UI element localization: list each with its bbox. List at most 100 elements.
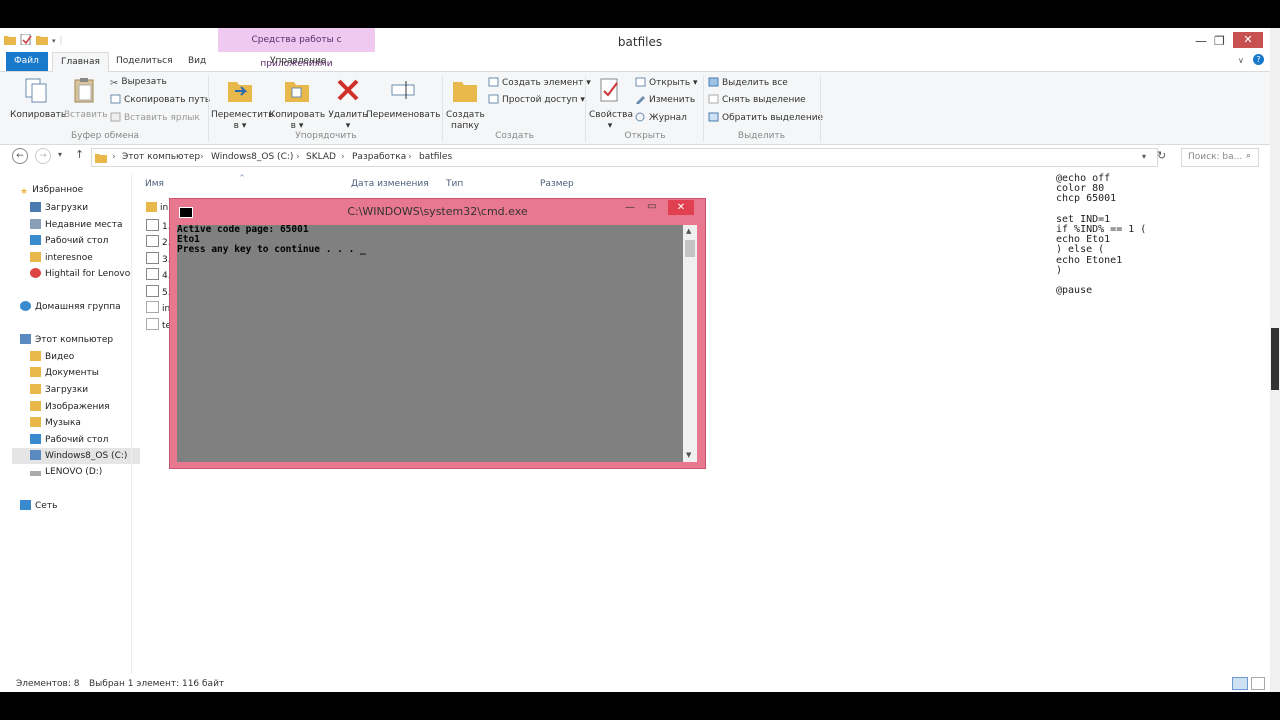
easy-access-button[interactable]: Простой доступ ▾ — [488, 94, 585, 105]
cmd-console[interactable]: Active code page: 65001 Eto1 Press any k… — [177, 225, 683, 462]
paste-shortcut-button[interactable]: Вставить ярлык — [110, 112, 200, 123]
nav-fav-recent[interactable]: Недавние места — [30, 219, 123, 230]
list-item[interactable]: 3. — [146, 252, 171, 265]
refresh-icon[interactable]: ↻ — [1157, 149, 1166, 162]
cut-button[interactable]: ✂ Вырезать — [110, 77, 167, 89]
nav-pc-downloads[interactable]: Загрузки — [30, 384, 88, 395]
paste-button[interactable]: Вставить — [64, 77, 108, 121]
shortcut-icon — [110, 112, 121, 122]
bat-file-icon — [146, 252, 159, 264]
move-folder-icon — [228, 82, 252, 102]
ribbon-separator — [820, 76, 821, 142]
tab-share[interactable]: Поделиться — [108, 52, 181, 71]
scroll-down-icon[interactable]: ▼ — [686, 451, 691, 459]
minimize-icon[interactable]: — — [625, 202, 635, 213]
help-icon[interactable]: ? — [1253, 54, 1264, 65]
crumb-batfiles[interactable]: batfiles — [419, 152, 452, 162]
outer-scrollbar[interactable] — [1270, 28, 1280, 692]
chevron-down-icon[interactable]: ▾ — [1142, 152, 1146, 161]
crumb-razrabotka[interactable]: Разработка — [352, 152, 406, 162]
details-view-icon[interactable] — [1232, 677, 1248, 690]
scroll-thumb[interactable] — [685, 240, 695, 257]
up-arrow-icon[interactable]: ↑ — [75, 148, 84, 161]
list-item[interactable]: te — [146, 318, 171, 331]
tab-view[interactable]: Вид — [180, 52, 214, 71]
list-item[interactable]: 4. — [146, 268, 171, 281]
star-icon: ★ — [20, 187, 29, 197]
close-icon[interactable]: ✕ — [1233, 32, 1263, 48]
delete-button[interactable]: Удалить ▾ — [328, 77, 368, 132]
bat-file-icon — [146, 219, 159, 231]
nav-fav-downloads[interactable]: Загрузки — [30, 202, 88, 213]
nav-pc-pictures[interactable]: Изображения — [30, 401, 110, 412]
tab-file[interactable]: Файл — [6, 52, 48, 71]
open-button[interactable]: Открыть ▾ — [635, 77, 698, 88]
copy-to-button[interactable]: Копировать в ▾ — [269, 77, 325, 132]
nav-pc-desktop[interactable]: Рабочий стол — [30, 434, 108, 445]
maximize-icon[interactable]: ▭ — [647, 201, 656, 212]
large-icons-view-icon[interactable] — [1251, 677, 1265, 690]
new-item-button[interactable]: Создать элемент ▾ — [488, 77, 591, 88]
close-icon[interactable]: ✕ — [668, 200, 694, 215]
copy-path-button[interactable]: Скопировать путь — [110, 94, 210, 105]
hightail-icon — [30, 268, 41, 278]
cmd-scrollbar[interactable]: ▲ ▼ — [683, 225, 697, 462]
forward-button[interactable]: → — [35, 148, 51, 164]
invert-selection-button[interactable]: Обратить выделение — [708, 112, 823, 123]
history-button[interactable]: Журнал — [635, 112, 687, 123]
pane-divider[interactable] — [131, 174, 132, 674]
edit-button[interactable]: Изменить — [635, 94, 695, 105]
search-input[interactable]: Поиск: ba... ⌕ — [1181, 148, 1259, 167]
minimize-icon[interactable]: — — [1195, 34, 1207, 48]
crumb-this-pc[interactable]: Этот компьютер — [122, 152, 200, 162]
video-folder-icon — [30, 351, 41, 361]
nav-pc-music[interactable]: Музыка — [30, 417, 81, 428]
copy-button[interactable]: Копировать — [10, 77, 66, 121]
move-to-button[interactable]: Переместить в ▾ — [211, 77, 273, 132]
nav-homegroup[interactable]: Домашняя группа — [20, 301, 121, 312]
list-item[interactable]: 5. — [146, 285, 171, 298]
tab-manage[interactable]: Управление — [262, 52, 334, 71]
nav-favorites[interactable]: ★ Избранное — [20, 185, 83, 197]
column-header-name[interactable]: Имя — [145, 179, 164, 189]
rename-button[interactable]: Переименовать — [366, 77, 441, 121]
copy-folder-icon — [285, 82, 309, 102]
list-item[interactable]: in — [146, 202, 168, 213]
select-all-button[interactable]: Выделить все — [708, 77, 788, 88]
column-header-type[interactable]: Тип — [446, 179, 463, 189]
nav-fav-desktop[interactable]: Рабочий стол — [30, 235, 108, 246]
outer-scroll-thumb[interactable] — [1271, 328, 1279, 390]
preview-pane-text: @echo off color 80 chcp 65001 set IND=1 … — [1056, 173, 1147, 297]
nav-pc-documents[interactable]: Документы — [30, 367, 99, 378]
sort-up-icon: ^ — [239, 174, 245, 182]
crumb-drive-c[interactable]: Windows8_OS (C:) — [211, 152, 293, 162]
paste-label: Вставить — [64, 110, 108, 120]
new-folder-button[interactable]: Создать папку — [446, 77, 485, 132]
list-item[interactable]: 2. — [146, 235, 171, 248]
recent-locations-icon[interactable]: ▾ — [58, 150, 62, 159]
nav-pc-drive-c[interactable]: Windows8_OS (C:) — [12, 448, 140, 464]
nav-this-pc[interactable]: Этот компьютер — [20, 334, 113, 345]
list-item[interactable]: 1. — [146, 219, 171, 232]
properties-button[interactable]: Свойства ▾ — [589, 77, 633, 132]
column-header-date[interactable]: Дата изменения — [351, 179, 429, 189]
select-none-button[interactable]: Снять выделение — [708, 94, 806, 105]
tab-home[interactable]: Главная — [52, 52, 109, 72]
bat-file-icon — [146, 268, 159, 280]
list-item[interactable]: in — [146, 301, 170, 314]
address-bar[interactable]: › Этот компьютер › Windows8_OS (C:) › SK… — [91, 148, 1158, 167]
back-button[interactable]: ← — [12, 148, 28, 164]
nav-fav-hightail[interactable]: Hightail for Lenovo — [30, 268, 130, 279]
nav-pc-video[interactable]: Видео — [30, 351, 74, 362]
crumb-sklad[interactable]: SKLAD — [306, 152, 336, 162]
group-open-label: Открыть — [624, 131, 666, 141]
maximize-icon[interactable]: ❐ — [1214, 34, 1225, 48]
nav-pc-drive-d[interactable]: LENOVO (D:) — [30, 467, 102, 477]
scroll-up-icon[interactable]: ▲ — [686, 227, 691, 235]
column-header-size[interactable]: Размер — [540, 179, 574, 189]
nav-network[interactable]: Сеть — [20, 500, 57, 511]
group-organize-label: Упорядочить — [295, 131, 357, 141]
expand-ribbon-icon[interactable]: ∨ — [1238, 56, 1244, 65]
nav-fav-interesnoe[interactable]: interesnoe — [30, 252, 93, 263]
search-icon: ⌕ — [1246, 151, 1252, 161]
